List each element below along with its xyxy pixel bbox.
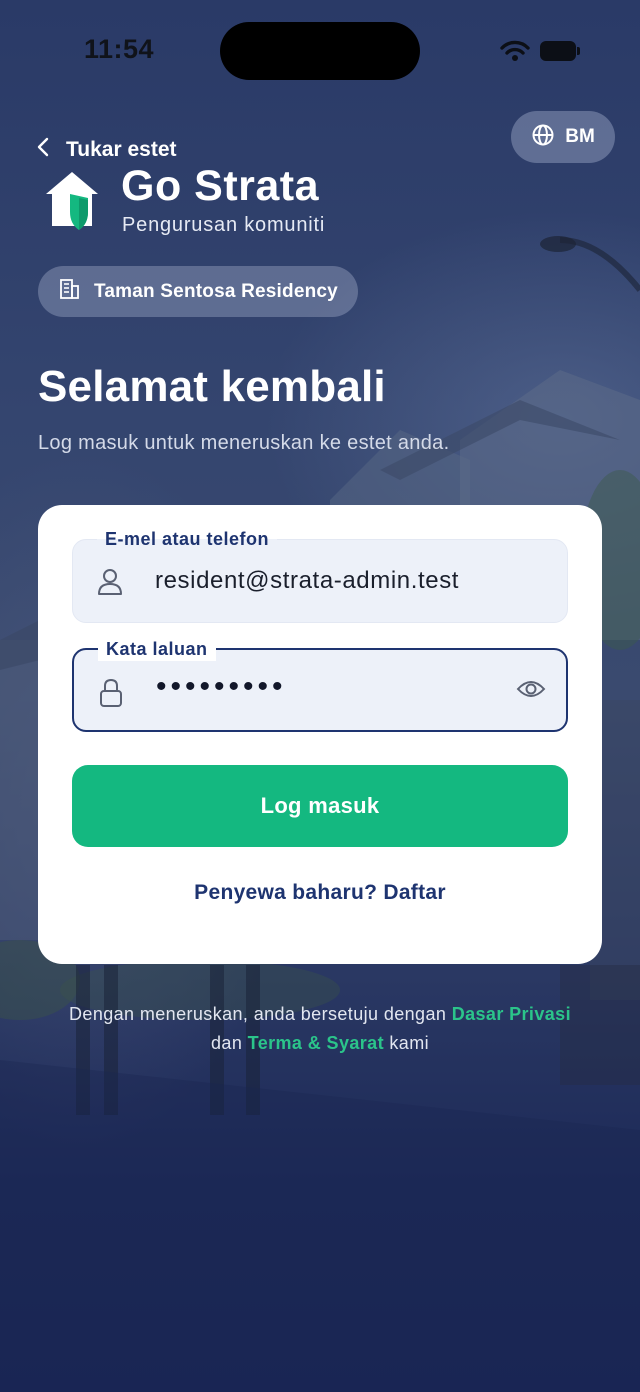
battery-icon xyxy=(540,41,580,61)
login-button[interactable]: Log masuk xyxy=(72,765,568,847)
email-field-label: E-mel atau telefon xyxy=(97,527,278,551)
user-icon xyxy=(97,568,123,601)
terms-prefix: Dengan meneruskan, anda bersetuju dengan xyxy=(69,1004,447,1024)
eye-icon[interactable] xyxy=(516,678,546,705)
building-icon xyxy=(58,278,80,305)
language-toggle[interactable]: BM xyxy=(511,111,615,163)
house-shield-logo xyxy=(44,170,100,239)
estate-name: Taman Sentosa Residency xyxy=(94,280,338,302)
password-field[interactable]: Kata laluan ••••••••• xyxy=(72,637,568,732)
welcome-title: Selamat kembali xyxy=(38,362,386,411)
wifi-icon xyxy=(500,40,530,67)
dynamic-island xyxy=(220,22,420,80)
change-estate-button[interactable]: Tukar estet xyxy=(36,136,177,163)
register-link[interactable]: Penyewa baharu? Daftar xyxy=(38,881,602,905)
terms-conditions-link[interactable]: Terma & Syarat xyxy=(248,1033,384,1053)
email-field-value[interactable]: resident@strata-admin.test xyxy=(155,567,459,595)
globe-icon xyxy=(531,123,555,152)
lock-icon xyxy=(98,678,124,713)
terms-joiner: dan xyxy=(211,1033,243,1053)
welcome-subtitle: Log masuk untuk meneruskan ke estet anda… xyxy=(38,432,450,454)
estate-chip[interactable]: Taman Sentosa Residency xyxy=(38,266,358,317)
status-time: 11:54 xyxy=(84,34,155,64)
app-tagline: Pengurusan komuniti xyxy=(122,214,326,236)
terms-notice: Dengan meneruskan, anda bersetuju dengan… xyxy=(0,1000,640,1058)
privacy-policy-link[interactable]: Dasar Privasi xyxy=(452,1004,571,1024)
chevron-left-icon xyxy=(36,136,50,163)
change-estate-label: Tukar estet xyxy=(66,137,177,161)
terms-suffix: kami xyxy=(389,1033,429,1053)
app-name: Go Strata xyxy=(121,162,320,210)
password-field-label: Kata laluan xyxy=(98,637,216,661)
language-label: BM xyxy=(565,126,595,147)
login-card: E-mel atau telefon resident@strata-admin… xyxy=(38,505,602,964)
password-masked-value[interactable]: ••••••••• xyxy=(156,670,287,704)
email-field[interactable]: E-mel atau telefon resident@strata-admin… xyxy=(72,527,568,623)
